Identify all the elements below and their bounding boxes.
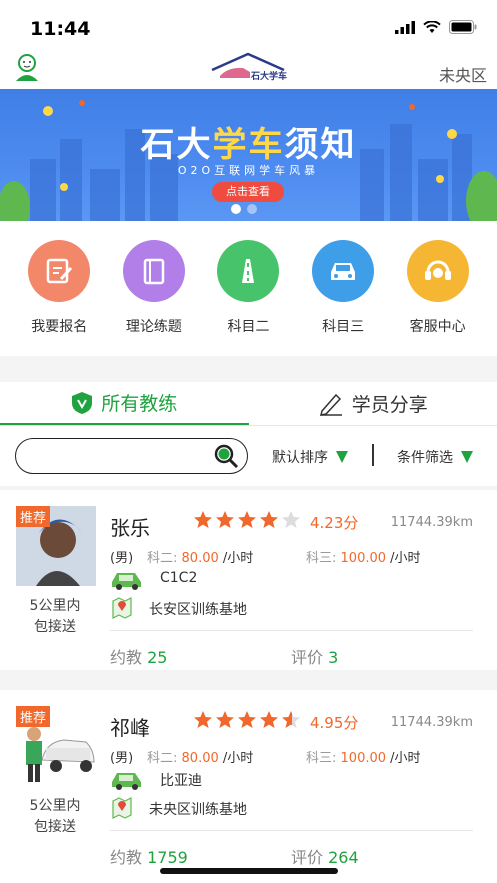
subject-three-price: 科三: 100.00 /小时 [306,551,421,566]
car-icon [112,773,141,790]
car-icon [312,240,375,302]
coach-card[interactable]: 推荐 5公里内 包接送 张乐 4.23分 11744.39km (男) 科二: 8… [0,490,497,670]
section-divider [0,356,497,382]
banner-view-button[interactable]: 点击查看 [212,182,284,202]
training-base: 长安区训练基地 [149,602,247,618]
app-logo: 石大学车 [198,50,298,86]
recommend-badge: 推荐 [16,706,51,727]
road-icon [217,240,280,302]
tab-student-share[interactable]: 学员分享 [249,382,497,425]
subject-two-price: 科二: 80.00 /小时 [147,751,254,766]
card-divider [110,630,473,631]
triangle-down-icon [336,451,348,463]
training-base: 未央区训练基地 [149,802,247,818]
home-indicator[interactable] [160,868,338,874]
menu-customer-service[interactable]: 客服中心 [398,222,478,356]
promo-banner[interactable]: 石大学车须知 O2O互联网学车风暴 点击查看 [0,89,497,221]
menu-signup[interactable]: 我要报名 [19,222,99,356]
sort-dropdown[interactable]: 默认排序 [272,447,348,467]
star-icon [238,711,256,728]
subject-two-price: 科二: 80.00 /小时 [147,551,254,566]
star-empty-icon [282,511,300,528]
gender: (男) [110,551,134,566]
search-icon[interactable] [213,443,239,469]
star-rating [193,710,301,730]
coach-photo: 推荐 [16,706,96,786]
review-count: 评价 3 [291,648,339,667]
pickup-info: 5公里内 包接送 [29,598,81,635]
signal-icon [395,20,415,34]
edit-icon [28,240,91,302]
coach-name: 祁峰 [110,716,150,740]
menu-subject-two[interactable]: 科目二 [208,222,288,356]
book-icon [122,240,185,302]
tab-all-coaches[interactable]: 所有教练 [0,382,249,425]
search-input[interactable] [15,438,248,474]
star-rating [193,510,301,530]
car-type: C1C2 [160,570,198,586]
triangle-down-icon [461,451,473,463]
star-half-icon [282,711,300,728]
coach-tabs: 所有教练 学员分享 [0,382,497,426]
battery-icon [449,20,477,34]
user-icon [16,54,38,81]
list-divider [0,670,497,690]
location-selector[interactable]: 未央区 [439,62,487,86]
shield-icon [72,391,93,414]
recommend-badge: 推荐 [16,506,51,527]
logo-text: 石大学车 [251,72,288,82]
appointment-count: 约教 25 [110,648,168,667]
top-nav: 石大学车 未央区 [0,50,497,90]
star-icon [216,711,234,728]
car-icon [112,573,141,590]
filter-divider [372,444,374,466]
appointment-count: 约教 1759 [110,848,188,867]
banner-title: 石大学车须知 [140,125,357,165]
star-icon [260,711,278,728]
banner-dot-1[interactable] [231,204,241,214]
coach-card[interactable]: 推荐 5公里内 包接送 祁峰 4.95分 11744.39km (男) 科二: 8… [0,690,497,870]
banner-pagination [231,204,257,214]
subject-three-price: 科三: 100.00 /小时 [306,751,421,766]
star-icon [260,511,278,528]
condition-filter-dropdown[interactable]: 条件筛选 [397,447,473,467]
coach-name: 张乐 [110,516,150,540]
pickup-info: 5公里内 包接送 [29,798,81,835]
status-icons [395,20,477,34]
gender: (男) [110,751,134,766]
status-bar: 11:44 [0,0,497,50]
banner-dot-2[interactable] [247,204,257,214]
map-pin-icon [112,797,132,819]
distance: 11744.39km [390,715,473,730]
rating-score: 4.23分 [310,514,359,532]
star-icon [194,511,212,528]
pen-icon [319,393,342,416]
quick-menu: 我要报名 理论练题 科目二 科目三 客服中心 [0,222,497,356]
menu-theory-practice[interactable]: 理论练题 [114,222,194,356]
rating-score: 4.95分 [310,714,359,732]
user-avatar-button[interactable] [14,53,40,83]
headset-icon [406,240,469,302]
menu-subject-three[interactable]: 科目三 [303,222,383,356]
status-time: 11:44 [30,18,91,40]
card-divider [110,830,473,831]
review-count: 评价 264 [291,848,359,867]
star-icon [216,511,234,528]
map-pin-icon [112,597,132,619]
star-icon [194,711,212,728]
star-icon [238,511,256,528]
car-type: 比亚迪 [160,773,202,789]
filter-bar: 默认排序 条件筛选 [0,428,497,486]
banner-subtitle: O2O互联网学车风暴 [177,164,320,177]
coach-photo: 推荐 [16,506,96,586]
distance: 11744.39km [390,515,473,530]
wifi-icon [423,20,441,33]
